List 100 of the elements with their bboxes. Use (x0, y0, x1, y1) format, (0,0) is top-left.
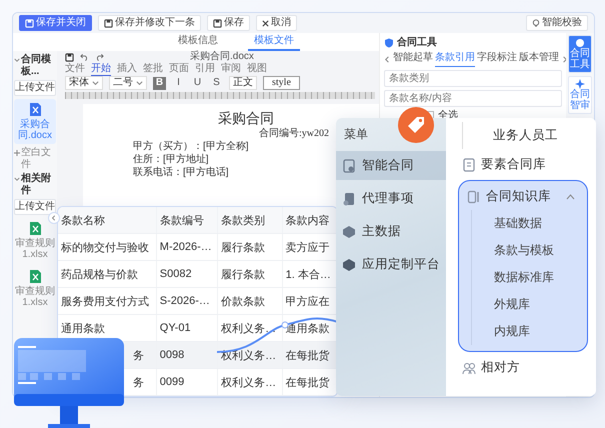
hexagon-icon (342, 224, 356, 238)
nav-item[interactable]: 要素合同库 (458, 151, 588, 178)
document-line: 住所：[甲方地址] (133, 154, 210, 166)
tag-icon (397, 106, 435, 144)
nav-label: 合同知识库 (486, 188, 551, 205)
menu-item[interactable]: 主数据 (336, 217, 446, 246)
nav-subitem[interactable]: 外规库 (472, 291, 583, 318)
spreadsheet-file-icon (28, 221, 42, 236)
table-cell: 0098 (156, 342, 218, 368)
save-icon (65, 52, 74, 62)
table-cell: 服务费用支付方式 (58, 288, 156, 314)
cancel-button[interactable]: 取消 (256, 15, 297, 31)
nav-label: 相对方 (481, 359, 520, 376)
format-button[interactable]: B (153, 76, 166, 90)
close-icon (262, 20, 269, 26)
file-name: 审查规则1.xlsx (14, 238, 56, 260)
nav-subitem[interactable]: 条款与模板 (472, 237, 583, 264)
format-button[interactable]: S (210, 76, 223, 90)
menu-item[interactable]: 代理事项 (336, 184, 446, 213)
smart-check-button[interactable]: 智能校验 (526, 15, 588, 31)
table-cell: 0099 (156, 368, 218, 396)
rail-button[interactable]: 合同工具 (568, 35, 592, 73)
document-icon (342, 158, 356, 172)
file-name: 采购合同.docx (17, 119, 53, 141)
save-button[interactable]: 保存 (207, 15, 250, 31)
menu-label: 应用定制平台 (362, 256, 440, 273)
nav-subitem[interactable]: 基础数据 (472, 210, 583, 237)
nav-item[interactable]: 相对方 (458, 354, 588, 381)
table-cell: S-2026-… (156, 288, 218, 314)
people-icon (462, 360, 476, 374)
redo-icon (95, 53, 104, 61)
table-cell: 药品规格与价款 (58, 260, 156, 288)
contract-number: 合同编号:yw202 (258, 128, 329, 140)
menu-item[interactable]: 应用定制平台 (336, 250, 446, 279)
panel-tab[interactable]: 智能起草 (393, 52, 433, 67)
chevron-left-icon (51, 215, 57, 221)
format-button[interactable]: U (191, 76, 204, 90)
section-header[interactable]: 相关附件 (14, 173, 56, 196)
panel-tab[interactable]: 版本管理 (519, 52, 559, 67)
sparkle-icon (575, 79, 585, 89)
document-line: 联系电话：[甲方电话] (133, 166, 230, 179)
save-icon (104, 18, 113, 28)
menu-label: 主数据 (362, 223, 401, 240)
menu-label: 智能合同 (362, 157, 414, 174)
spreadsheet-file-icon (28, 269, 42, 284)
table-cell: 履行条款 (218, 260, 282, 288)
caret-down-icon (136, 80, 143, 86)
ribbon-tab[interactable]: 签批 (143, 63, 163, 76)
document-title: 采购合同 (217, 110, 275, 127)
upload-button[interactable]: 上传文件 (14, 199, 56, 215)
search-field[interactable]: 条款名称/内容 (384, 90, 562, 107)
menu-title: 菜单 (343, 126, 369, 143)
column-header: 条款内容 (282, 207, 336, 234)
file-item[interactable]: 采购合同.docx (14, 99, 56, 144)
column-header: 条款编号 (156, 207, 218, 234)
save-icon (25, 18, 34, 28)
book-icon (467, 190, 481, 204)
document-line: 甲方（买方）：[甲方全称] (133, 140, 250, 153)
upload-button[interactable]: 上传文件 (14, 80, 56, 96)
panel-title: 合同工具 (397, 37, 437, 49)
tab[interactable]: 模板信息 (172, 34, 224, 51)
ribbon-tab[interactable]: 文件 (65, 63, 85, 76)
size-select[interactable]: 二号 (109, 76, 147, 90)
save-button[interactable]: 保存并修改下一条 (98, 15, 201, 31)
ribbon-tab[interactable]: 审阅 (221, 63, 241, 76)
style-field[interactable]: style (263, 76, 300, 90)
menu-item[interactable]: 智能合同 (336, 151, 446, 180)
menu-label: 代理事项 (362, 190, 414, 207)
table-cell: S0082 (156, 260, 218, 288)
rail-button[interactable]: 合同智审 (568, 76, 592, 114)
nav-subitem[interactable]: 内规库 (472, 318, 583, 345)
nav-subitem[interactable]: 数据标准库 (472, 264, 583, 291)
style-name[interactable]: 正文 (229, 76, 257, 90)
nav-item[interactable]: 合同知识库 (463, 183, 583, 210)
ribbon-tab[interactable]: 视图 (247, 63, 267, 76)
save-close-button[interactable]: 保存并关闭 (19, 15, 92, 31)
search-field[interactable]: 条款类别 (384, 70, 562, 87)
format-button[interactable]: I (172, 76, 185, 90)
save-icon (213, 18, 222, 28)
ribbon-tab[interactable]: 引用 (195, 63, 215, 76)
ribbon-tab[interactable]: 插入 (117, 63, 137, 76)
nav-label: 要素合同库 (481, 156, 546, 173)
ribbon-tab[interactable]: 页面 (169, 63, 189, 76)
column-header: 条款名称 (58, 207, 156, 234)
nav-subitem[interactable]: 业务人员工 (462, 122, 588, 149)
lightbulb-icon (532, 18, 540, 28)
table-cell: 权利义务… (218, 368, 282, 396)
column-header: 条款类别 (218, 207, 282, 234)
table-cell: 在每批货 (282, 342, 336, 368)
file-name: 审查规则1.xlsx (14, 286, 56, 308)
document-icon (462, 158, 476, 172)
undo-icon (80, 53, 89, 61)
table-cell: M-2026-… (156, 234, 218, 260)
plus-icon (14, 150, 20, 156)
chevron-left-icon (384, 56, 391, 63)
panel-tab[interactable]: 条款引用 (435, 52, 475, 67)
caret-down-icon (92, 80, 99, 86)
section-header[interactable]: 合同模板... (14, 54, 56, 77)
panel-tab[interactable]: 字段标注 (477, 52, 517, 67)
font-select[interactable]: 宋体 (65, 76, 103, 90)
